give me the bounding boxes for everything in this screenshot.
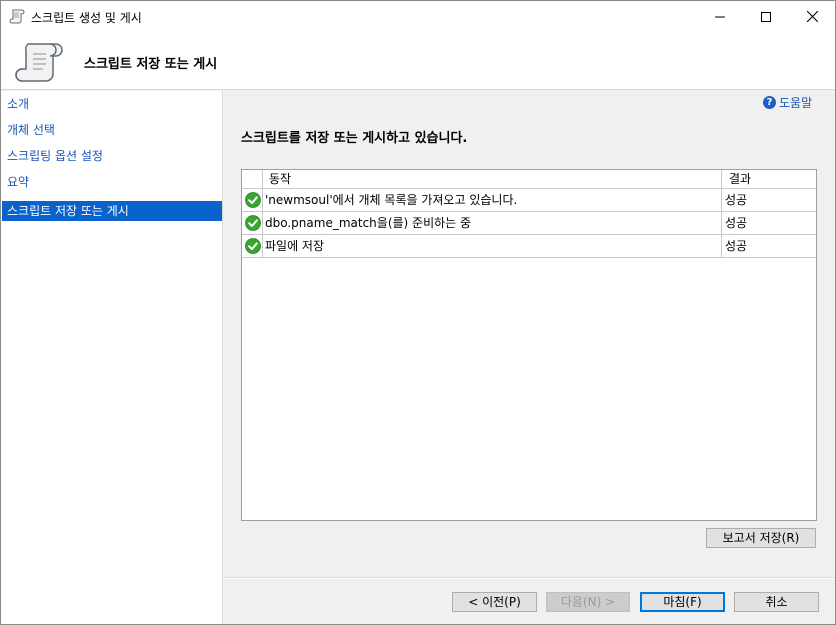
finish-button[interactable]: 마침(F) — [640, 592, 725, 612]
help-icon: ? — [763, 95, 776, 109]
header-banner: 스크립트 저장 또는 게시 — [1, 32, 835, 90]
row-action-text: 파일에 저장 — [265, 239, 325, 253]
row-result-text: 성공 — [725, 239, 748, 253]
sidebar-item-intro[interactable]: 소개 — [2, 94, 222, 114]
footer-divider-highlight — [224, 578, 835, 579]
table-row[interactable]: dbo.pname_match을(를) 준비하는 중 성공 — [242, 212, 816, 235]
maximize-icon — [761, 11, 771, 22]
maximize-button[interactable] — [743, 1, 789, 32]
table-row[interactable]: 'newmsoul'에서 개체 목록을 가져오고 있습니다. 성공 — [242, 189, 816, 212]
script-scroll-icon — [9, 9, 25, 24]
success-check-icon — [245, 192, 261, 208]
title-bar: 스크립트 생성 및 게시 — [1, 1, 835, 32]
column-header-result[interactable]: 결과 — [729, 170, 751, 189]
success-check-icon — [245, 238, 261, 254]
close-button[interactable] — [789, 1, 835, 32]
script-scroll-icon — [15, 43, 63, 82]
cancel-button[interactable]: 취소 — [734, 592, 819, 612]
row-action-text: 'newmsoul'에서 개체 목록을 가져오고 있습니다. — [265, 193, 518, 207]
banner-title: 스크립트 저장 또는 게시 — [84, 57, 218, 72]
previous-button[interactable]: < 이전(P) — [452, 592, 537, 612]
table-header: 동작 결과 — [242, 170, 816, 189]
sidebar-item-scripting-options[interactable]: 스크립팅 옵션 설정 — [2, 146, 222, 166]
help-label: 도움말 — [779, 95, 813, 110]
next-button[interactable]: 다음(N) > — [546, 592, 630, 612]
progress-table: 동작 결과 'newmsoul'에서 개체 목록을 가져오고 있습니다. 성공 … — [241, 169, 817, 521]
window-title: 스크립트 생성 및 게시 — [31, 11, 142, 25]
page-heading: 스크립트를 저장 또는 게시하고 있습니다. — [241, 131, 468, 146]
table-row[interactable]: 파일에 저장 성공 — [242, 235, 816, 258]
wizard-step-sidebar: 소개 개체 선택 스크립팅 옵션 설정 요약 스크립트 저장 또는 게시 — [1, 91, 223, 624]
sidebar-item-save-or-publish[interactable]: 스크립트 저장 또는 게시 — [2, 201, 222, 221]
main-content: ? 도움말 스크립트를 저장 또는 게시하고 있습니다. 동작 결과 'newm… — [224, 91, 835, 576]
sidebar-item-select-objects[interactable]: 개체 선택 — [2, 120, 222, 140]
dialog-window: 스크립트 생성 및 게시 스크립트 저장 또는 게시 소개 개체 선택 스크립팅… — [0, 0, 836, 625]
minimize-button[interactable] — [697, 1, 743, 32]
column-header-action[interactable]: 동작 — [269, 170, 291, 189]
sidebar-item-summary[interactable]: 요약 — [2, 172, 222, 192]
row-result-text: 성공 — [725, 193, 748, 207]
help-link[interactable]: ? 도움말 — [763, 93, 812, 111]
save-report-button[interactable]: 보고서 저장(R) — [706, 528, 816, 548]
success-check-icon — [245, 215, 261, 231]
row-action-text: dbo.pname_match을(를) 준비하는 중 — [265, 216, 472, 230]
row-result-text: 성공 — [725, 216, 748, 230]
close-icon — [806, 11, 818, 22]
minimize-icon — [715, 16, 725, 17]
